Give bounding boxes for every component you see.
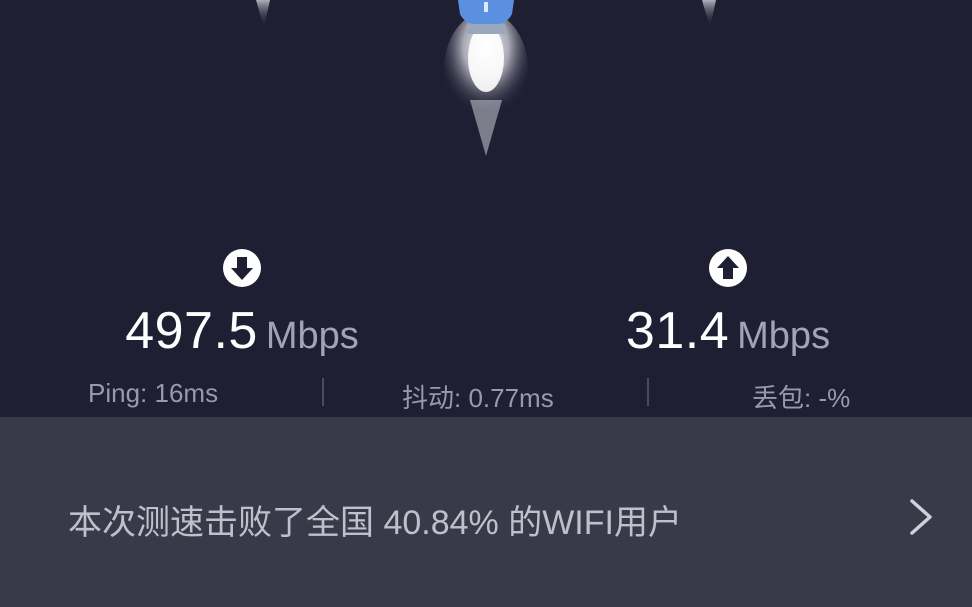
ranking-banner[interactable]: 本次测速击败了全国 40.84% 的WIFI用户 [0,417,972,607]
upload-speed-unit: Mbps [737,315,831,357]
ranking-banner-text: 本次测速击败了全国 40.84% 的WIFI用户 [68,504,682,542]
ping-metric: Ping: 16ms [88,378,219,408]
metrics-divider [647,378,649,406]
metrics-row: Ping: 16ms 抖动: 0.77ms 丢包: -% [0,372,972,413]
jitter-metric: 抖动: 0.77ms [402,383,554,413]
upload-arrow-icon [709,249,747,287]
download-stat: 497.5 Mbps [82,248,402,361]
download-value-row: 497.5 Mbps [82,301,402,361]
upload-stat: 31.4 Mbps [568,248,888,361]
packet-loss-metric: 丢包: -% [752,383,851,413]
speed-test-result-screen: 497.5 Mbps 31.4 Mbps Ping: 16ms 抖动: 0.77ms… [0,0,972,607]
download-speed-unit: Mbps [265,315,359,357]
chevron-right-icon[interactable] [900,497,940,537]
metrics-divider [322,378,324,406]
download-speed-value: 497.5 [125,302,258,360]
rocket-illustration [0,0,972,240]
upload-value-row: 31.4 Mbps [568,301,888,361]
right-trail [702,0,716,28]
download-arrow-icon [223,249,261,287]
left-trail [256,0,270,28]
upload-speed-value: 31.4 [625,302,730,360]
rocket-body [458,0,514,34]
